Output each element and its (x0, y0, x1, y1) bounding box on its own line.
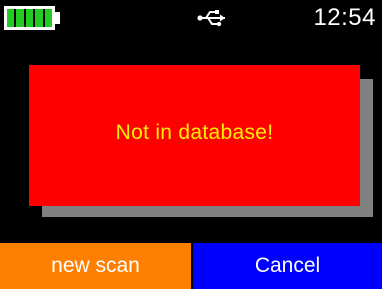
clock: 12:54 (313, 4, 376, 31)
battery-cell (16, 9, 24, 27)
usb-icon (197, 10, 225, 27)
battery-icon (4, 6, 55, 30)
status-bar: 12:54 (0, 0, 382, 34)
battery-cell (44, 9, 52, 27)
battery-cell (35, 9, 43, 27)
cancel-button[interactable]: Cancel (193, 243, 382, 289)
battery-level (7, 9, 52, 27)
new-scan-button[interactable]: new scan (0, 243, 191, 289)
cancel-label: Cancel (254, 254, 321, 277)
battery-tip (55, 12, 60, 24)
alert-dialog: Not in database! (29, 65, 360, 206)
battery-cell (25, 9, 34, 27)
dialog-message: Not in database! (115, 120, 274, 144)
new-scan-label: new scan (51, 254, 140, 277)
battery-cell (7, 9, 15, 27)
